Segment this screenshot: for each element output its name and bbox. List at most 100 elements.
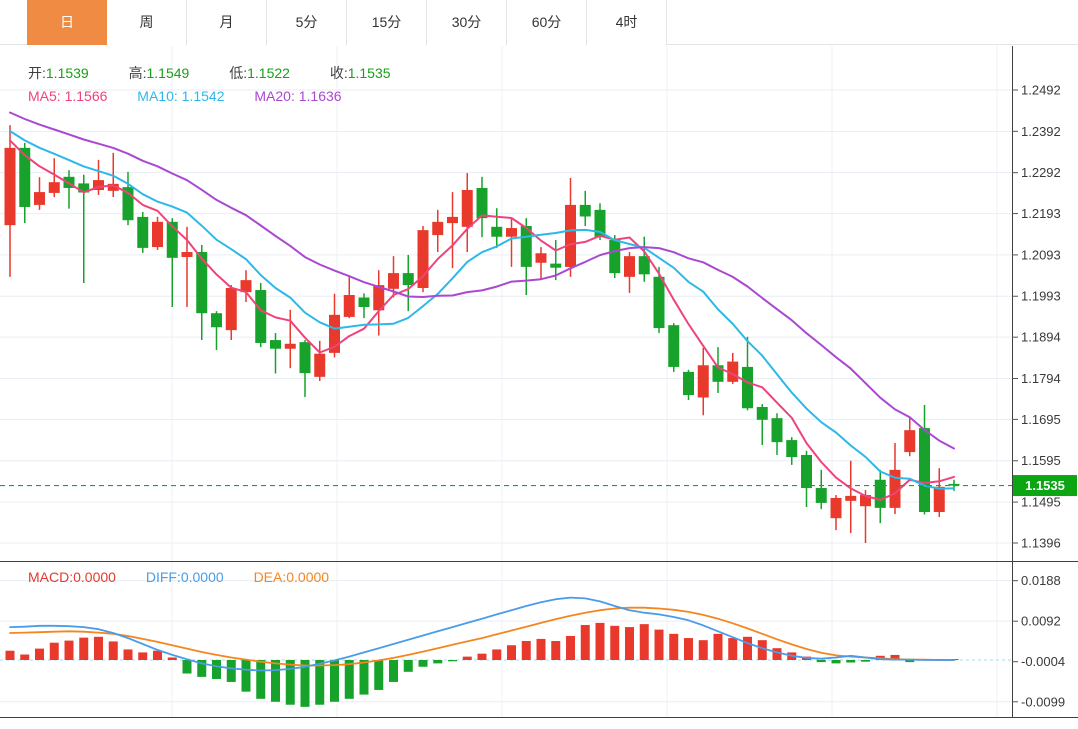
candle-body bbox=[19, 147, 31, 207]
candle-body bbox=[624, 256, 635, 277]
macd-bar bbox=[713, 633, 723, 660]
macd-bar bbox=[226, 660, 236, 682]
macd-bar bbox=[374, 660, 384, 690]
macd-bar bbox=[684, 638, 693, 660]
macd-bar bbox=[507, 645, 516, 660]
candle-body bbox=[506, 228, 517, 237]
macd-bar bbox=[595, 622, 605, 660]
ma10-value: 1.1542 bbox=[181, 88, 225, 104]
candle-body bbox=[919, 428, 930, 513]
candle-body bbox=[565, 204, 576, 267]
timeframe-tabs: 日周月 5分 15分 30分 60分 4时 bbox=[0, 0, 1078, 45]
candle-body bbox=[476, 187, 488, 219]
tab-day[interactable]: 日 bbox=[27, 0, 107, 45]
candle-body bbox=[299, 342, 311, 374]
candle-body bbox=[461, 190, 473, 227]
candle-body bbox=[845, 495, 857, 501]
tab-5min[interactable]: 5分 bbox=[267, 0, 347, 45]
macd-bar bbox=[698, 640, 708, 660]
macd-bar bbox=[610, 625, 620, 660]
macd-bar bbox=[536, 638, 546, 660]
candle-body bbox=[34, 192, 45, 205]
macd-bar bbox=[462, 656, 472, 660]
candle-body bbox=[314, 353, 326, 377]
low-label: 低: bbox=[229, 65, 248, 81]
tab-30min[interactable]: 30分 bbox=[427, 0, 507, 45]
candle-body bbox=[697, 365, 709, 398]
tab-4hour[interactable]: 4时 bbox=[587, 0, 667, 45]
candle-body bbox=[801, 454, 812, 489]
candle-body bbox=[402, 273, 414, 286]
line-series bbox=[9, 111, 955, 450]
diff-value: 0.0000 bbox=[180, 569, 224, 585]
macd-bar bbox=[566, 635, 575, 660]
candle-body bbox=[270, 340, 281, 349]
ma5-label: MA5: bbox=[28, 88, 61, 104]
axis-label: 1.1993 bbox=[1021, 289, 1061, 304]
open-label: 开: bbox=[28, 65, 46, 81]
macd-bar bbox=[492, 649, 502, 660]
macd-bar bbox=[359, 660, 369, 695]
macd-bar bbox=[728, 638, 738, 660]
axis-label: 0.0188 bbox=[1021, 573, 1061, 588]
tab-60min[interactable]: 60分 bbox=[507, 0, 587, 45]
diff-label: DIFF: bbox=[145, 569, 181, 585]
high-value: 1.1549 bbox=[146, 65, 190, 81]
macd-bar bbox=[35, 648, 44, 660]
macd-bar bbox=[861, 660, 870, 662]
macd-bar bbox=[330, 660, 339, 702]
ma-readout: MA5: 1.1566 MA10: 1.1542 MA20: 1.1636 bbox=[28, 88, 368, 104]
axis-label: 1.1894 bbox=[1021, 330, 1061, 345]
axis-label: 1.1794 bbox=[1021, 371, 1061, 386]
macd-bar bbox=[639, 624, 649, 660]
macd-bar bbox=[49, 642, 59, 660]
macd-bar bbox=[138, 652, 148, 660]
candle-body bbox=[491, 226, 503, 237]
macd-bar bbox=[167, 657, 177, 660]
macd-bar bbox=[477, 653, 487, 660]
axis-label: 1.2392 bbox=[1021, 124, 1061, 139]
candle-body bbox=[432, 221, 444, 236]
macd-bar bbox=[816, 660, 826, 663]
macd-bar bbox=[625, 627, 634, 660]
candle-body bbox=[550, 263, 562, 268]
high-label: 高: bbox=[128, 65, 147, 81]
candle-body bbox=[225, 287, 237, 331]
axis-label: 1.1695 bbox=[1021, 412, 1061, 427]
macd-bar bbox=[153, 650, 162, 660]
candle-body bbox=[284, 343, 296, 349]
axis-label: 1.1595 bbox=[1021, 453, 1061, 468]
macd-bar bbox=[669, 633, 679, 660]
candle-body bbox=[668, 325, 680, 367]
candle-body bbox=[609, 240, 621, 274]
macd-bar bbox=[20, 654, 30, 660]
chart-canvas[interactable]: 1.2492 1.2392 1.2292 1.2193 1.2093 1.1993 1.18… bbox=[0, 0, 1078, 729]
candle-body bbox=[447, 216, 458, 224]
macd-bar bbox=[271, 660, 280, 702]
macd-bar bbox=[212, 660, 221, 679]
candle-body bbox=[343, 295, 355, 317]
axis-label: 1.2292 bbox=[1021, 165, 1061, 180]
low-value: 1.1522 bbox=[247, 65, 290, 81]
candle-body bbox=[535, 253, 547, 263]
macd-bar bbox=[182, 660, 192, 674]
candle-body bbox=[830, 497, 842, 519]
tab-15min[interactable]: 15分 bbox=[347, 0, 427, 45]
macd-bar bbox=[448, 660, 457, 662]
candle-body bbox=[815, 488, 827, 503]
candle-body bbox=[579, 204, 591, 217]
close-label: 收: bbox=[329, 65, 348, 81]
macd-bar bbox=[315, 660, 325, 705]
axis-label: 1.1396 bbox=[1021, 536, 1061, 551]
axis-label: 1.1495 bbox=[1021, 495, 1061, 510]
macd-readout: MACD:0.0000 DIFF:0.0000 DEA:0.0000 bbox=[28, 569, 355, 585]
candle-body bbox=[181, 252, 193, 257]
candle-body bbox=[152, 221, 163, 248]
open-value: 1.1539 bbox=[45, 65, 89, 81]
macd-bar bbox=[94, 636, 103, 660]
tab-month[interactable]: 月 bbox=[187, 0, 267, 45]
axis-label: -0.0099 bbox=[1021, 694, 1065, 709]
macd-bar bbox=[241, 660, 251, 692]
tab-week[interactable]: 周 bbox=[107, 0, 187, 45]
candle-body bbox=[137, 216, 149, 248]
